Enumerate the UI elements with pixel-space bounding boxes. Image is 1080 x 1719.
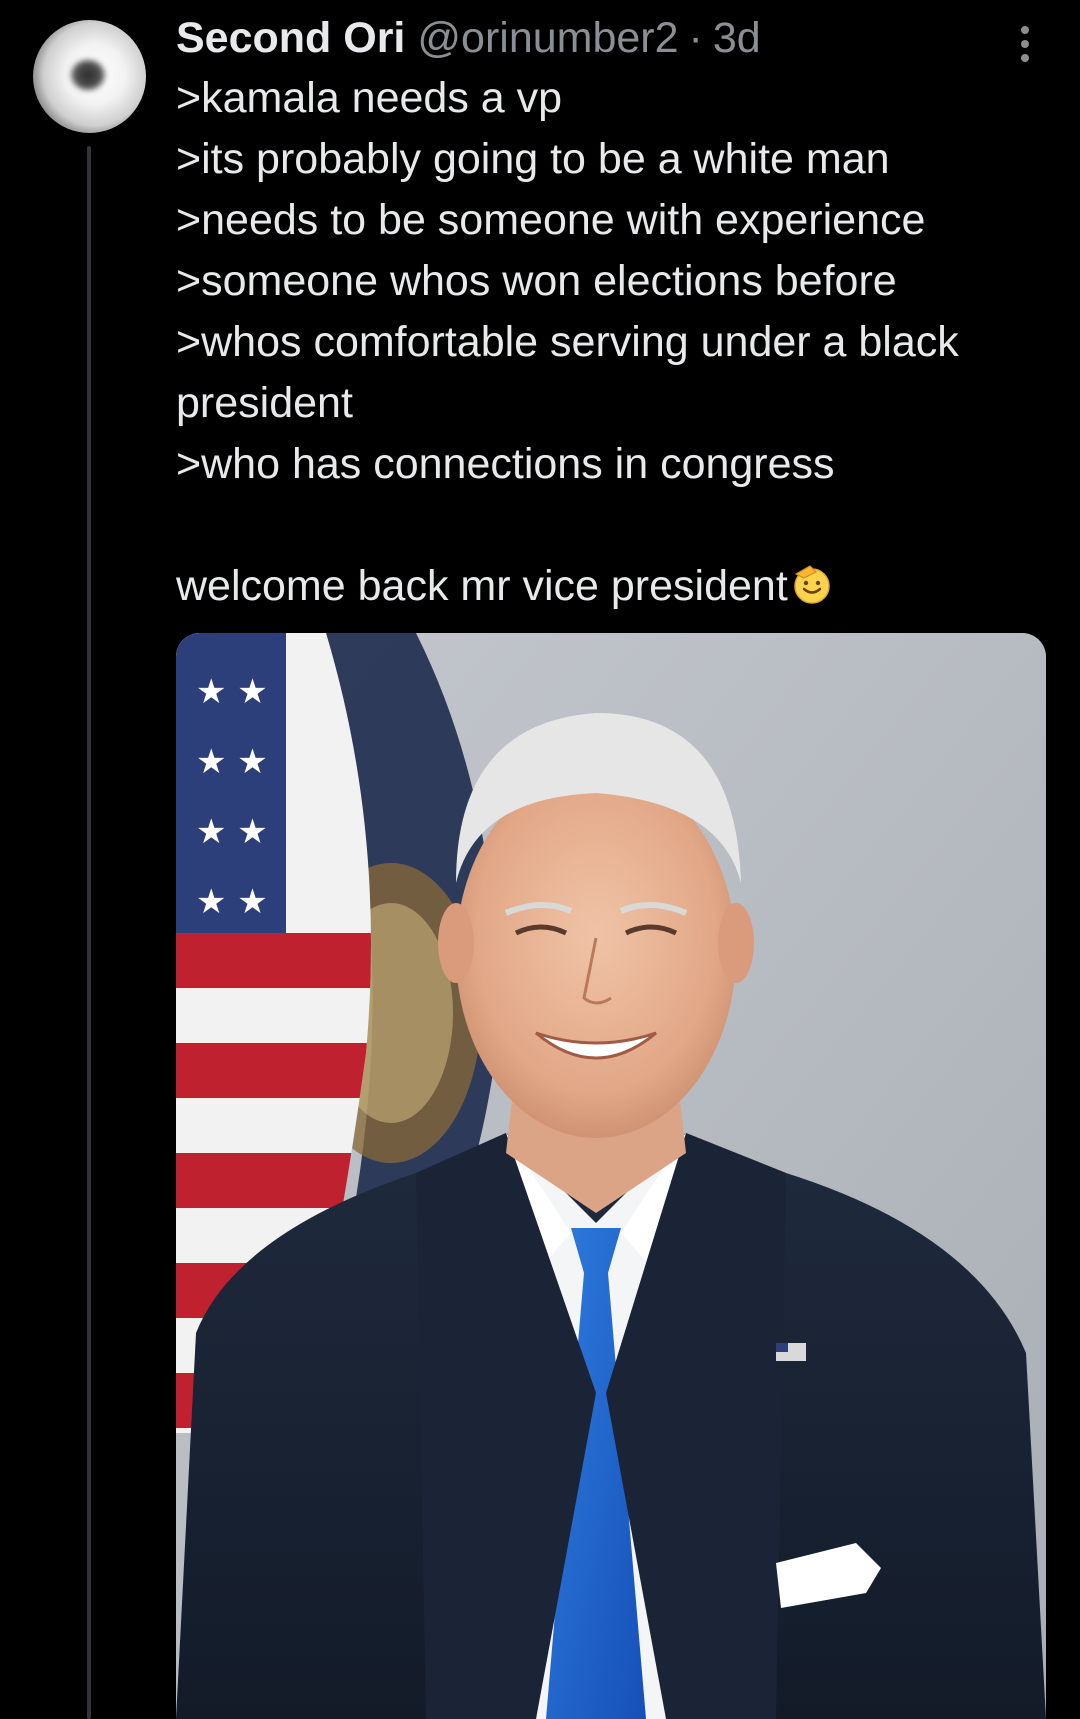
tweet-text: >kamala needs a vp >its probably going t… xyxy=(176,68,1056,617)
tweet-line: welcome back mr vice president xyxy=(176,562,788,610)
tweet-line: >needs to be someone with experience xyxy=(176,196,926,244)
portrait-photo: ★ ★ ★ ★ ★ ★ ★ ★ xyxy=(176,633,1046,1719)
avatar[interactable] xyxy=(33,20,146,133)
tweet-line: >who has connections in congress xyxy=(176,440,835,488)
tweet-line: >kamala needs a vp xyxy=(176,74,563,122)
svg-text:★ ★: ★ ★ xyxy=(196,672,268,712)
user-handle[interactable]: @orinumber2 xyxy=(417,14,678,63)
svg-text:★ ★: ★ ★ xyxy=(196,812,268,852)
separator: · xyxy=(688,13,703,62)
timestamp[interactable]: 3d xyxy=(713,14,761,63)
saluting-face-icon xyxy=(794,565,830,604)
tweet-line: >someone whos won elections before xyxy=(176,257,897,305)
tweet-line: >its probably going to be a white man xyxy=(176,135,890,183)
svg-text:★ ★: ★ ★ xyxy=(196,882,268,922)
tweet-media-image[interactable]: ★ ★ ★ ★ ★ ★ ★ ★ xyxy=(176,633,1046,1719)
tweet[interactable]: Second Ori @orinumber2 · 3d >kamala need… xyxy=(0,0,1080,1719)
svg-text:★ ★: ★ ★ xyxy=(196,742,268,782)
tweet-header: Second Ori @orinumber2 · 3d xyxy=(176,12,761,64)
thread-line xyxy=(87,146,91,1719)
tweet-line-last: welcome back mr vice president xyxy=(176,556,1056,617)
display-name[interactable]: Second Ori xyxy=(176,14,405,63)
tweet-line: >whos comfortable serving under a black … xyxy=(176,318,959,427)
more-options-icon[interactable] xyxy=(1010,22,1040,66)
